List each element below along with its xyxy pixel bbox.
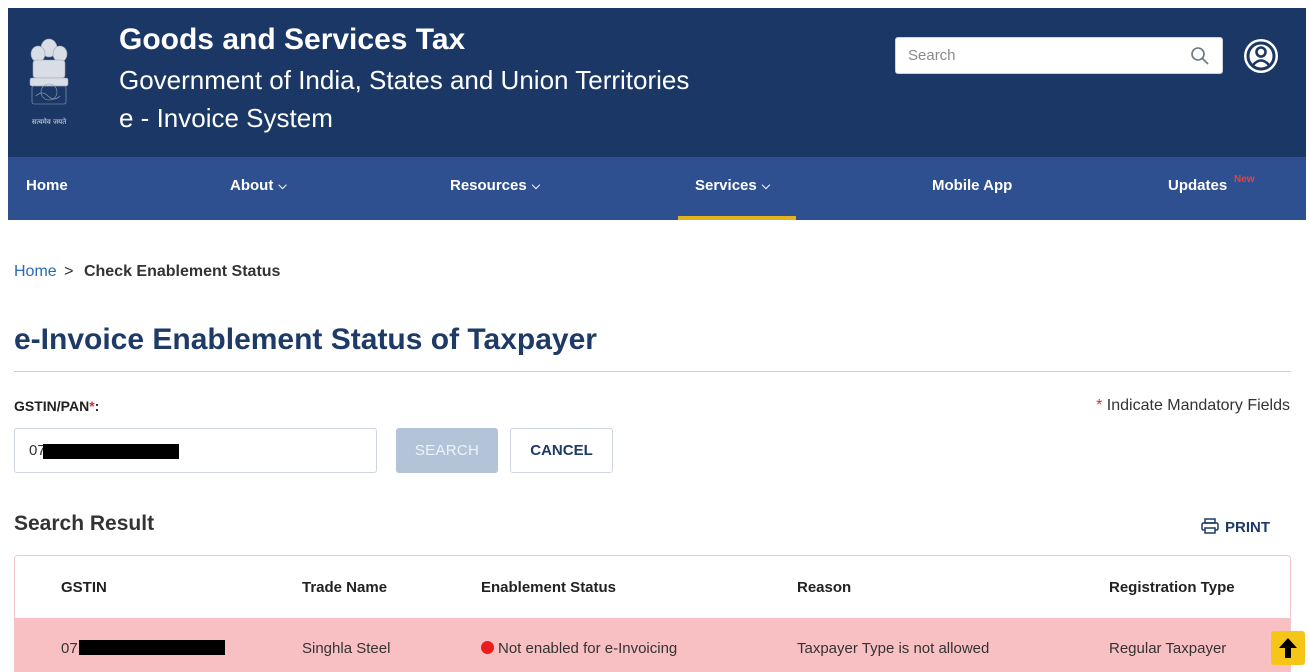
scroll-to-top-button[interactable] [1271,631,1305,665]
chevron-down-icon: ⌵ [761,180,771,192]
new-badge: New [1234,174,1255,185]
chevron-down-icon: ⌵ [278,180,287,192]
status-text: Not enabled for e-Invoicing [498,640,678,657]
site-header: सत्यमेव जयते Goods and Services Tax Gove… [8,8,1306,157]
nav-home[interactable]: Home [26,157,68,220]
search-input[interactable] [896,38,1176,73]
results-table: GSTIN Trade Name Enablement Status Reaso… [14,555,1291,672]
user-circle-icon[interactable] [1242,37,1280,75]
print-button[interactable]: PRINT [1201,518,1270,536]
nav-updates[interactable]: Updates [1168,157,1227,220]
column-header-reason: Reason [797,579,852,596]
cell-trade-name: Singhla Steel [302,640,391,657]
nav-about-label: About [230,177,274,194]
site-subtitle: Government of India, States and Union Te… [119,65,690,95]
nav-home-label: Home [26,177,68,194]
active-nav-indicator [678,216,796,220]
chevron-down-icon: ⌵ [531,180,541,192]
national-emblem-icon: सत्यमेव जयते [29,38,69,126]
mandatory-star: * [1096,397,1103,414]
breadcrumb-current: Check Enablement Status [83,263,281,280]
nav-services-label: Services [695,177,757,194]
table-row: 07 Singhla Steel Not enabled for e-Invoi… [15,618,1290,672]
search-icon[interactable] [1190,46,1210,66]
status-dot-icon [481,641,494,654]
site-title: Goods and Services Tax [119,23,466,56]
cell-reason: Taxpayer Type is not allowed [797,640,990,657]
nav-resources[interactable]: Resources ⌵ [450,157,540,220]
emblem-caption: सत्यमेव जयते [32,117,67,126]
search-result-heading: Search Result [14,512,155,535]
breadcrumb-home-link[interactable]: Home [14,263,57,280]
breadcrumb-separator: > [64,263,74,280]
column-header-registration-type: Registration Type [1109,579,1235,596]
column-header-enablement-status: Enablement Status [481,579,617,596]
print-label: PRINT [1225,519,1270,536]
gstin-field-label: GSTIN/PAN*: [14,398,99,414]
nav-resources-label: Resources [450,177,527,194]
cell-registration-type: Regular Taxpayer [1109,640,1227,657]
mandatory-note-text: Indicate Mandatory Fields [1106,397,1290,414]
nav-about[interactable]: About ⌵ [230,157,287,220]
arrow-up-icon [1279,638,1297,658]
main-nav: Home About ⌵ Resources ⌵ Services ⌵ Mobile … [8,157,1306,220]
cell-enablement-status: Not enabled for e-Invoicing [481,640,677,657]
table-header: GSTIN Trade Name Enablement Status Reaso… [15,556,1290,618]
printer-icon [1201,518,1219,534]
nav-mobile-app-label: Mobile App [932,177,1013,194]
search-button[interactable]: SEARCH [396,428,498,473]
nav-mobile-app[interactable]: Mobile App [932,157,1012,220]
gstin-label-text: GSTIN/PAN [14,398,90,414]
breadcrumb: Home > Check Enablement Status [14,263,280,281]
title-divider [14,371,1291,372]
nav-services[interactable]: Services ⌵ [695,157,770,220]
gstin-label-colon: : [94,398,100,414]
nav-updates-label: Updates [1168,177,1228,194]
header-search [895,37,1223,74]
cancel-button[interactable]: CANCEL [510,428,613,473]
mandatory-note: * Indicate Mandatory Fields [1096,397,1290,415]
page-title: e-Invoice Enablement Status of Taxpayer [14,323,597,356]
system-name: e - Invoice System [119,103,333,133]
redacted-gstin-mask [43,444,179,459]
column-header-trade-name: Trade Name [302,579,388,596]
column-header-gstin: GSTIN [61,579,107,596]
cell-gstin: 07 [61,640,78,657]
redacted-gstin-mask [79,640,225,655]
